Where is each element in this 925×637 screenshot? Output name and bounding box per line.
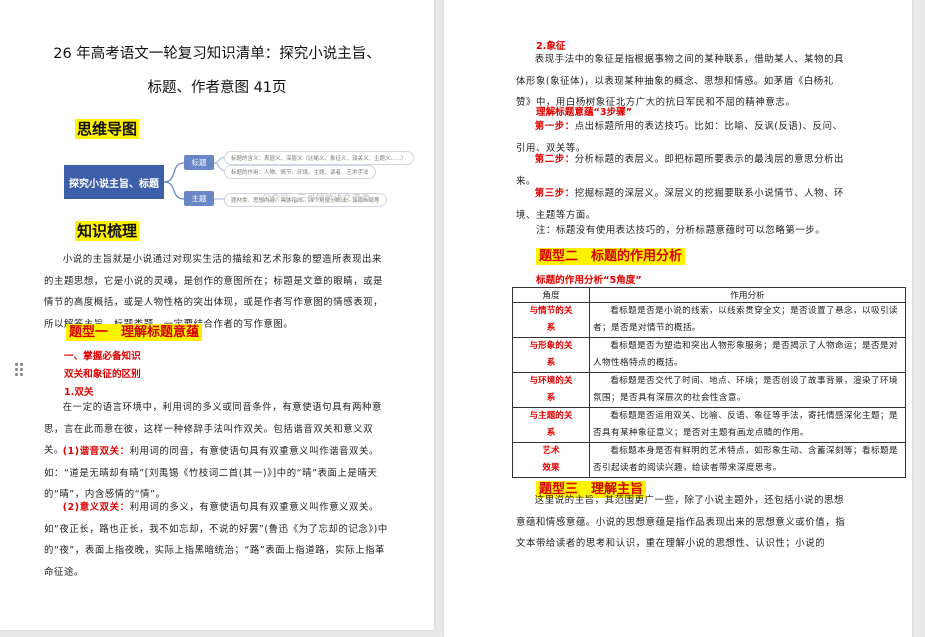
table-cell-analysis: 看标题是否交代了时间、地点、环境；是否创设了故事背景，渲染了环境氛围；是否具有深… bbox=[589, 372, 906, 408]
sub-heading-must-know: 一、掌握必备知识 bbox=[64, 351, 141, 362]
table-cell-analysis: 看标题是否为塑造和突出人物形象服务；是否揭示了人物命运；是否是对人物性格特点的概… bbox=[589, 337, 906, 373]
table-cell-angle: 艺术 效果 bbox=[512, 442, 590, 478]
document-page-left: 26 年高考语文一轮复习知识清单：探究小说主旨、 标题、作者意图 41页 思维导… bbox=[0, 0, 434, 630]
drag-handle-icon[interactable] bbox=[15, 363, 23, 377]
table-row: 与主题的关系 看标题是否运用双关、比喻、反语、象征等手法，寄托情感深化主题；是否… bbox=[512, 407, 906, 443]
table-header-angle: 角度 bbox=[512, 287, 590, 303]
homophone-pun-label: (1)谐音双关： bbox=[62, 446, 130, 457]
table-cell-analysis: 看标题本身是否有鲜明的艺术特点，如形象生动、含蓄深刻等；看标题是否引起读者的阅读… bbox=[589, 442, 906, 478]
sub-heading-pun-vs-symbol: 双关和象征的区别 bbox=[64, 369, 141, 380]
table-header-analysis: 作用分析 bbox=[589, 287, 906, 303]
type2-heading: 题型二 标题的作用分析 bbox=[536, 245, 686, 265]
semantic-pun-label: (2)意义双关： bbox=[62, 502, 130, 513]
table-cell-analysis: 看标题是否是小说的线索，以线索贯穿全文；是否设置了悬念，以吸引读者；是否是对情节… bbox=[589, 302, 906, 338]
knowledge-heading: 知识梳理 bbox=[75, 221, 140, 241]
mindmap-node-title: 标题 bbox=[184, 155, 214, 170]
point1-title: 1.双关 bbox=[64, 387, 94, 398]
mindmap-leaf-title-function: 标题的作用：人物、情节、环境、主题、读者、艺术手法 bbox=[224, 165, 376, 179]
type1-heading: 题型一 理解标题意蕴 bbox=[66, 321, 203, 341]
table-row: 艺术 效果 看标题本身是否有鲜明的艺术特点，如形象生动、含蓄深刻等；看标题是否引起… bbox=[512, 442, 906, 478]
type3-paragraph: 这里说的主旨，其范围更广一些，除了小说主题外，还包括小说的思想意蕴和情感意蕴。小… bbox=[516, 495, 846, 549]
homophone-pun-paragraph: (1)谐音双关：利用词的同音，有意使语句具有双重意义叫作谐音双关。如：“道是无晴… bbox=[44, 446, 379, 500]
table-cell-angle: 与情节的关系 bbox=[512, 302, 590, 338]
table-cell-angle: 与环境的关系 bbox=[512, 372, 590, 408]
table-row: 与环境的关系 看标题是否交代了时间、地点、环境；是否创设了故事背景，渲染了环境氛… bbox=[512, 372, 906, 408]
mindmap-leaf-title-meaning: 标题的含义：表层义、深层义（比喻义、象征义、双关义、主题义......） bbox=[224, 151, 414, 165]
table-row: 与情节的关系 看标题是否是小说的线索，以线索贯穿全文；是否设置了悬念，以吸引读者… bbox=[512, 302, 906, 338]
step2-label: 第二步： bbox=[534, 154, 575, 165]
step3-paragraph: 第三步：挖掘标题的深层义。深层义的挖掘要联系小说情节、人物、环境、主题等方面。 bbox=[516, 188, 845, 221]
watermark-text: 公众号 · 三哥领航语文资源 bbox=[262, 194, 370, 204]
angles-heading: 标题的作用分析“5角度” bbox=[536, 275, 642, 286]
title-function-table: 角度 作用分析 与情节的关系 看标题是否是小说的线索，以线索贯穿全文；是否设置了… bbox=[512, 287, 906, 478]
table-cell-angle: 与主题的关系 bbox=[512, 407, 590, 443]
mindmap-root-node: 探究小说主旨、标题 bbox=[64, 165, 164, 199]
table-cell-analysis: 看标题是否运用双关、比喻、反语、象征等手法，寄托情感深化主题；是否具有某种象征意… bbox=[589, 407, 906, 443]
note-line: 注：标题没有使用表达技巧的，分析标题意蕴时可以忽略第一步。 bbox=[536, 225, 826, 236]
semantic-pun-paragraph: (2)意义双关：利用词的多义，有意使语句具有双重意义叫作意义双关。如“夜正长，路… bbox=[44, 502, 388, 578]
step3-label: 第三步： bbox=[534, 188, 575, 199]
mindmap-node-theme: 主题 bbox=[184, 191, 214, 206]
table-cell-angle: 与形象的关系 bbox=[512, 337, 590, 373]
table-header-row: 角度 作用分析 bbox=[512, 287, 906, 303]
table-row: 与形象的关系 看标题是否为塑造和突出人物形象服务；是否揭示了人物命运；是否是对人… bbox=[512, 337, 906, 373]
step1-label: 第一步： bbox=[534, 121, 575, 132]
